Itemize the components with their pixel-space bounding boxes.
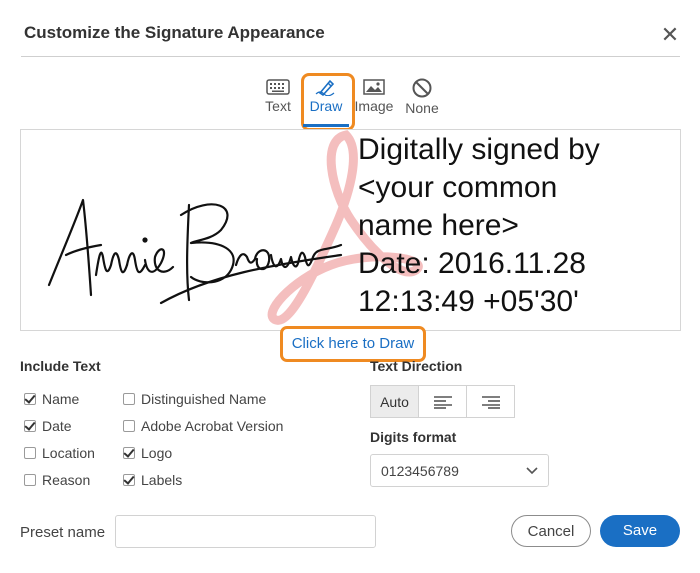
checkbox-labels-label: Labels bbox=[141, 472, 183, 488]
checkbox-labels[interactable]: Labels bbox=[123, 472, 182, 488]
digits-format-heading: Digits format bbox=[370, 429, 457, 445]
image-icon bbox=[363, 79, 385, 95]
click-to-draw-link[interactable]: Click here to Draw bbox=[280, 326, 426, 362]
checkbox-reason[interactable]: Reason bbox=[24, 472, 90, 488]
keyboard-icon bbox=[266, 79, 290, 95]
cancel-button[interactable]: Cancel bbox=[511, 515, 591, 547]
sig-line-1: Digitally signed by bbox=[358, 133, 600, 166]
checkbox-logo-box[interactable] bbox=[123, 447, 135, 459]
checkbox-reason-label: Reason bbox=[42, 472, 91, 488]
preset-name-label: Preset name bbox=[20, 524, 106, 541]
mode-image-tab[interactable]: Image bbox=[350, 78, 398, 114]
chevron-down-icon bbox=[526, 467, 538, 475]
checkbox-distinguished-name-label: Distinguished Name bbox=[141, 391, 267, 407]
checkbox-location[interactable]: Location bbox=[24, 445, 95, 461]
digits-format-select[interactable]: 0123456789 bbox=[370, 454, 549, 487]
dialog-title: Customize the Signature Appearance bbox=[24, 23, 325, 42]
align-left-icon bbox=[433, 395, 452, 409]
no-icon bbox=[412, 78, 432, 98]
checkbox-distinguished-name[interactable]: Distinguished Name bbox=[123, 391, 266, 407]
checkbox-date[interactable]: Date bbox=[24, 418, 72, 434]
sig-line-5: 12:13:49 +05'30' bbox=[358, 285, 579, 318]
signature-details-text: Digitally signed by <your common name he… bbox=[358, 131, 600, 321]
draw-tab-highlight bbox=[301, 73, 355, 131]
direction-left-button[interactable] bbox=[419, 386, 467, 417]
checkbox-logo-label: Logo bbox=[141, 445, 173, 461]
checkbox-acrobat-version-label: Adobe Acrobat Version bbox=[141, 418, 284, 434]
checkbox-acrobat-version-box[interactable] bbox=[123, 420, 135, 432]
text-direction-heading: Text Direction bbox=[370, 358, 463, 374]
checkbox-acrobat-version[interactable]: Adobe Acrobat Version bbox=[123, 418, 283, 434]
mode-image-label: Image bbox=[354, 98, 394, 114]
sig-line-2: <your common bbox=[358, 171, 558, 204]
checkbox-date-box[interactable] bbox=[24, 420, 36, 432]
checkbox-name-label: Name bbox=[42, 391, 80, 407]
checkbox-location-label: Location bbox=[42, 445, 95, 461]
checkbox-logo[interactable]: Logo bbox=[123, 445, 172, 461]
checkbox-distinguished-name-box[interactable] bbox=[123, 393, 135, 405]
title-divider bbox=[21, 56, 680, 57]
sig-line-3: name here> bbox=[358, 209, 519, 242]
checkbox-name[interactable]: Name bbox=[24, 391, 79, 407]
mode-none-tab[interactable]: None bbox=[398, 78, 446, 116]
checkbox-location-box[interactable] bbox=[24, 447, 36, 459]
close-icon[interactable]: ✕ bbox=[660, 23, 680, 47]
checkbox-name-box[interactable] bbox=[24, 393, 36, 405]
signature-preview: Digitally signed by <your common name he… bbox=[20, 129, 681, 331]
mode-none-label: None bbox=[405, 100, 439, 116]
direction-right-button[interactable] bbox=[467, 386, 514, 417]
active-tab-indicator bbox=[303, 124, 349, 127]
checkbox-date-label: Date bbox=[42, 418, 72, 434]
checkbox-reason-box[interactable] bbox=[24, 474, 36, 486]
text-direction-group: Auto bbox=[370, 385, 515, 418]
mode-text-label: Text bbox=[265, 98, 291, 114]
direction-auto-button[interactable]: Auto bbox=[371, 386, 419, 417]
align-right-icon bbox=[481, 395, 500, 409]
checkbox-labels-box[interactable] bbox=[123, 474, 135, 486]
save-button[interactable]: Save bbox=[600, 515, 680, 547]
handwritten-signature bbox=[47, 198, 343, 305]
sig-line-4: Date: 2016.11.28 bbox=[358, 247, 586, 280]
include-text-heading: Include Text bbox=[20, 358, 101, 374]
preset-name-input[interactable] bbox=[115, 515, 376, 548]
mode-text-tab[interactable]: Text bbox=[254, 78, 302, 114]
digits-format-value: 0123456789 bbox=[381, 463, 459, 479]
